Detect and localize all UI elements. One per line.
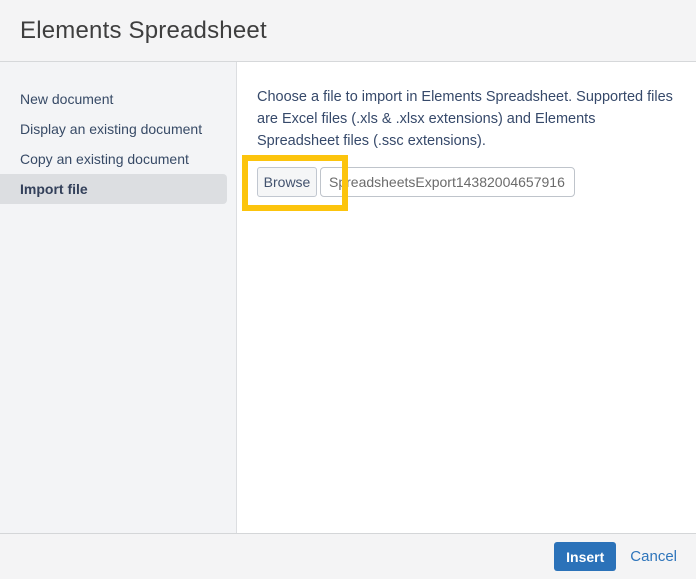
- sidebar-item-display-existing[interactable]: Display an existing document: [0, 114, 227, 144]
- browse-button[interactable]: Browse: [257, 167, 317, 197]
- dialog-footer: Insert Cancel: [0, 533, 696, 579]
- import-description: Choose a file to import in Elements Spre…: [257, 89, 673, 149]
- file-name-input[interactable]: [320, 167, 575, 197]
- sidebar-item-copy-existing[interactable]: Copy an existing document: [0, 144, 227, 174]
- dialog-body: New document Display an existing documen…: [0, 62, 696, 533]
- dialog-header: Elements Spreadsheet: [0, 0, 696, 62]
- dialog-title: Elements Spreadsheet: [20, 16, 267, 44]
- sidebar-item-new-document[interactable]: New document: [0, 84, 227, 114]
- sidebar: New document Display an existing documen…: [0, 62, 237, 533]
- sidebar-item-import-file[interactable]: Import file: [0, 174, 227, 204]
- file-picker-row: Browse: [257, 167, 676, 197]
- insert-button[interactable]: Insert: [554, 542, 617, 571]
- import-panel: Choose a file to import in Elements Spre…: [237, 62, 696, 533]
- elements-spreadsheet-dialog: Elements Spreadsheet New document Displa…: [0, 0, 696, 579]
- cancel-link[interactable]: Cancel: [630, 548, 677, 565]
